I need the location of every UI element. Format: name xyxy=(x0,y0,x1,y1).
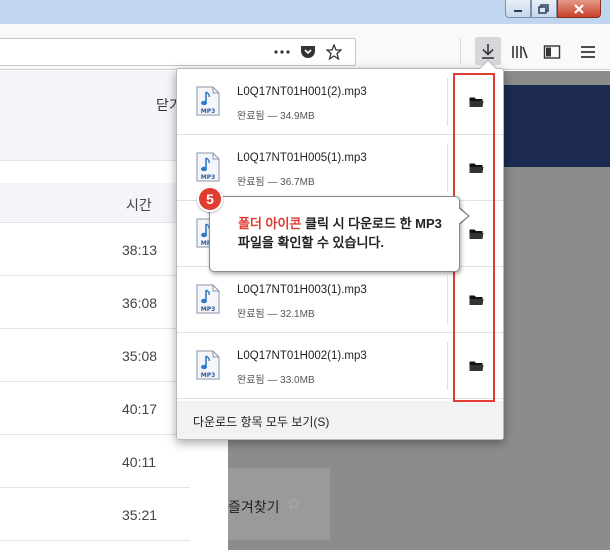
duration-cell: 40:11 xyxy=(122,454,156,470)
file-status: 완료됨 — 33.0MB xyxy=(237,375,315,386)
library-button[interactable] xyxy=(510,42,530,62)
sidebar-button[interactable] xyxy=(542,42,562,62)
close-window-button[interactable] xyxy=(557,0,601,18)
maximize-button[interactable] xyxy=(531,0,557,18)
file-name: L0Q17NT01H005(1).mp3 xyxy=(237,152,367,164)
duration-cell: 36:08 xyxy=(122,295,158,311)
download-arrow-icon xyxy=(482,44,494,59)
restore-icon xyxy=(538,3,549,14)
item-divider xyxy=(447,342,448,390)
duration-cell: 38:13 xyxy=(122,242,158,258)
toolbar-separator xyxy=(460,38,461,64)
browser-toolbar xyxy=(0,24,610,70)
url-bar[interactable] xyxy=(0,38,356,66)
callout-bubble: 폴더 아이콘 클릭 시 다운로드 한 MP3파일을 확인할 수 있습니다. xyxy=(209,196,460,272)
svg-text:MP3: MP3 xyxy=(201,174,216,181)
table-header: 시간 xyxy=(0,183,190,223)
table-row[interactable]: 36:08 xyxy=(0,276,190,329)
callout-text: 폴더 아이콘 클릭 시 다운로드 한 MP3파일을 확인할 수 있습니다. xyxy=(238,214,448,252)
duration-cell: 40:17 xyxy=(122,401,158,417)
pocket-button[interactable] xyxy=(299,43,317,61)
minimize-button[interactable] xyxy=(505,0,531,18)
file-status: 완료됨 — 34.9MB xyxy=(237,111,315,122)
show-all-label: 다운로드 항목 모두 보기(S) xyxy=(193,415,330,429)
minimize-icon xyxy=(514,9,522,12)
mp3-file-icon: MP3 xyxy=(196,284,220,314)
item-divider xyxy=(447,276,448,324)
sidebar-icon xyxy=(543,45,561,59)
library-icon xyxy=(512,46,528,59)
file-name: L0Q17NT01H001(2).mp3 xyxy=(237,86,367,98)
file-name: L0Q17NT01H002(1).mp3 xyxy=(237,350,367,362)
star-outline-icon xyxy=(326,44,342,60)
mp3-file-icon: MP3 xyxy=(196,350,220,380)
callout-highlight: 폴더 아이콘 xyxy=(238,216,302,231)
star-icon[interactable]: ☆ xyxy=(286,494,301,514)
more-dots-icon xyxy=(274,50,290,54)
show-all-downloads-button[interactable]: 다운로드 항목 모두 보기(S) xyxy=(177,401,503,439)
menu-button[interactable] xyxy=(578,42,598,62)
duration-cell: 35:21 xyxy=(122,507,158,523)
table-row[interactable]: 38:13 xyxy=(0,223,190,276)
hamburger-icon xyxy=(581,46,595,58)
page-actions-button[interactable] xyxy=(273,43,291,61)
window-titlebar xyxy=(0,0,610,24)
svg-text:MP3: MP3 xyxy=(201,372,216,379)
pocket-icon xyxy=(301,46,315,58)
close-icon xyxy=(574,3,584,14)
item-divider xyxy=(447,78,448,126)
svg-text:MP3: MP3 xyxy=(201,108,216,115)
column-header-time: 시간 xyxy=(126,197,152,213)
svg-text:MP3: MP3 xyxy=(201,306,216,313)
mp3-file-icon: MP3 xyxy=(196,86,220,116)
table-row[interactable]: 35:08 xyxy=(0,329,190,382)
file-name: L0Q17NT01H003(1).mp3 xyxy=(237,284,367,296)
mp3-file-icon: MP3 xyxy=(196,152,220,182)
table-row[interactable]: 40:11 xyxy=(0,435,190,488)
duration-cell: 35:08 xyxy=(122,348,158,364)
table-row[interactable]: 40:17 xyxy=(0,382,190,435)
file-status: 완료됨 — 36.7MB xyxy=(237,177,315,188)
table-row[interactable]: 35:21 xyxy=(0,488,190,541)
file-status: 완료됨 — 32.1MB xyxy=(237,309,315,320)
favorite-label[interactable]: 즐겨찾기 xyxy=(228,497,280,517)
item-divider xyxy=(447,144,448,192)
callout-pointer-fill xyxy=(457,207,468,225)
step-number-badge: 5 xyxy=(197,186,223,212)
bookmark-star-button[interactable] xyxy=(325,43,343,61)
